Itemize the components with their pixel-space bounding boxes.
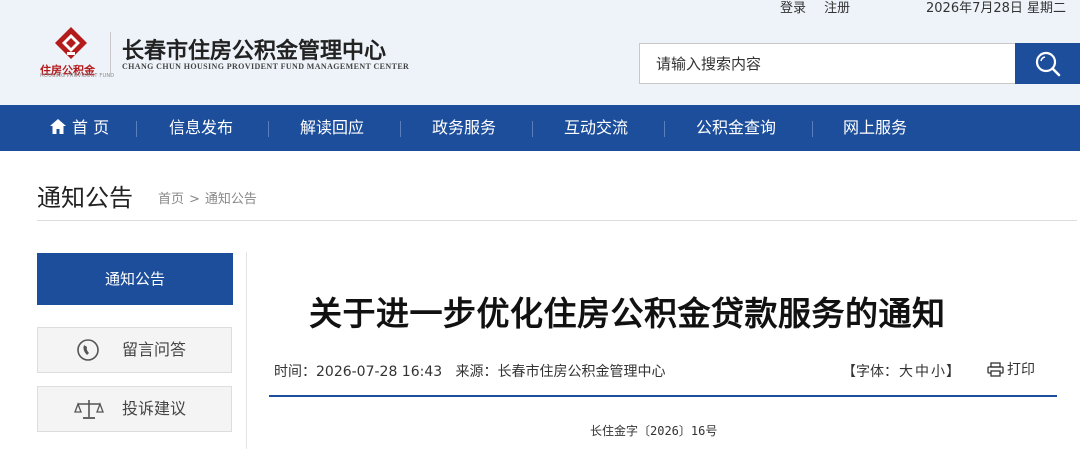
print-label: 打印 [1007, 362, 1035, 378]
nav-label-home: 首 页 [72, 118, 110, 137]
font-size-medium[interactable]: 中 [915, 364, 929, 380]
sidebar-item-label: 投诉建议 [122, 399, 187, 418]
article-title: 关于进一步优化住房公积金贷款服务的通知 [309, 294, 946, 333]
breadcrumb-home[interactable]: 首页 [158, 192, 184, 207]
search-icon [1035, 51, 1060, 76]
search-box [639, 43, 1080, 84]
font-size-large[interactable]: 大 [899, 364, 913, 380]
nav-item-fund-query[interactable]: 公积金查询 [696, 105, 776, 151]
nav-item-interpret[interactable]: 解读回应 [300, 105, 364, 151]
sidebar-item-notices[interactable]: 通知公告 [37, 253, 233, 305]
article-panel: 关于进一步优化住房公积金贷款服务的通知 时间：2026-07-28 16:43 … [246, 252, 1080, 449]
site-header: 登录 注册 2026年7月28日 星期二 住房公积金 HOUSING PROVI… [0, 0, 1080, 105]
home-icon [50, 119, 66, 134]
font-label-close: 】 [946, 364, 960, 380]
nav-item-info[interactable]: 信息发布 [169, 105, 233, 151]
document-number: 长住金字〔2026〕16号 [590, 424, 718, 438]
logo-mark-subtext: HOUSING PROVIDENT FUND [40, 73, 115, 79]
divider [37, 220, 1077, 221]
search-button[interactable] [1015, 43, 1080, 84]
account-links: 登录 注册 [780, 0, 864, 18]
nav-item-services[interactable]: 政务服务 [432, 105, 496, 151]
article-source: 长春市住房公积金管理中心 [497, 364, 666, 380]
site-logo[interactable]: 住房公积金 HOUSING PROVIDENT FUND 长春市住房公积金管理中… [40, 26, 435, 79]
nav-item-online[interactable]: 网上服务 [843, 105, 907, 151]
logo-emblem-icon [55, 27, 87, 59]
logo-divider [110, 32, 111, 76]
sidebar-item-label: 留言问答 [122, 340, 187, 359]
sidebar-item-complaints[interactable]: 投诉建议 [37, 386, 232, 432]
time-label: 时间： [274, 364, 316, 380]
page-title: 通知公告 [37, 184, 133, 212]
font-size-small[interactable]: 小 [931, 364, 945, 380]
sidebar-item-qa[interactable]: 留言问答 [37, 327, 232, 373]
login-link[interactable]: 登录 [780, 1, 806, 16]
main-nav: 首 页 信息发布 解读回应 政务服务 互动交流 公积金查询 网上服务 [0, 105, 1080, 151]
article-divider [269, 395, 1057, 397]
publish-time: 2026-07-28 16:43 [316, 364, 443, 380]
font-size-control: 【字体：大中小】 [842, 361, 960, 381]
font-label-open: 【字体： [842, 364, 898, 380]
nav-separator [268, 121, 269, 137]
nav-separator [664, 121, 665, 137]
site-subtitle: CHANG CHUN HOUSING PROVIDENT FUND MANAGE… [122, 62, 410, 71]
nav-item-interaction[interactable]: 互动交流 [564, 105, 628, 151]
phone-icon [77, 339, 99, 361]
register-link[interactable]: 注册 [824, 1, 850, 16]
nav-separator [400, 121, 401, 137]
site-title: 长春市住房公积金管理中心 [122, 38, 387, 64]
source-label: 来源： [455, 364, 498, 380]
nav-separator [812, 121, 813, 137]
nav-separator [136, 121, 137, 137]
printer-icon [987, 362, 1004, 377]
nav-item-home[interactable]: 首 页 [50, 105, 109, 151]
search-input[interactable] [639, 43, 1016, 84]
nav-separator [532, 121, 533, 137]
breadcrumb-current[interactable]: 通知公告 [205, 192, 257, 207]
print-button[interactable]: 打印 [987, 359, 1035, 379]
breadcrumb-separator: > [189, 192, 200, 207]
article-meta: 时间：2026-07-28 16:43 来源：长春市住房公积金管理中心 [274, 361, 666, 381]
current-date: 2026年7月28日 星期二 [926, 1, 1067, 16]
scales-icon [74, 400, 104, 419]
breadcrumb: 首页 > 通知公告 [158, 188, 257, 207]
